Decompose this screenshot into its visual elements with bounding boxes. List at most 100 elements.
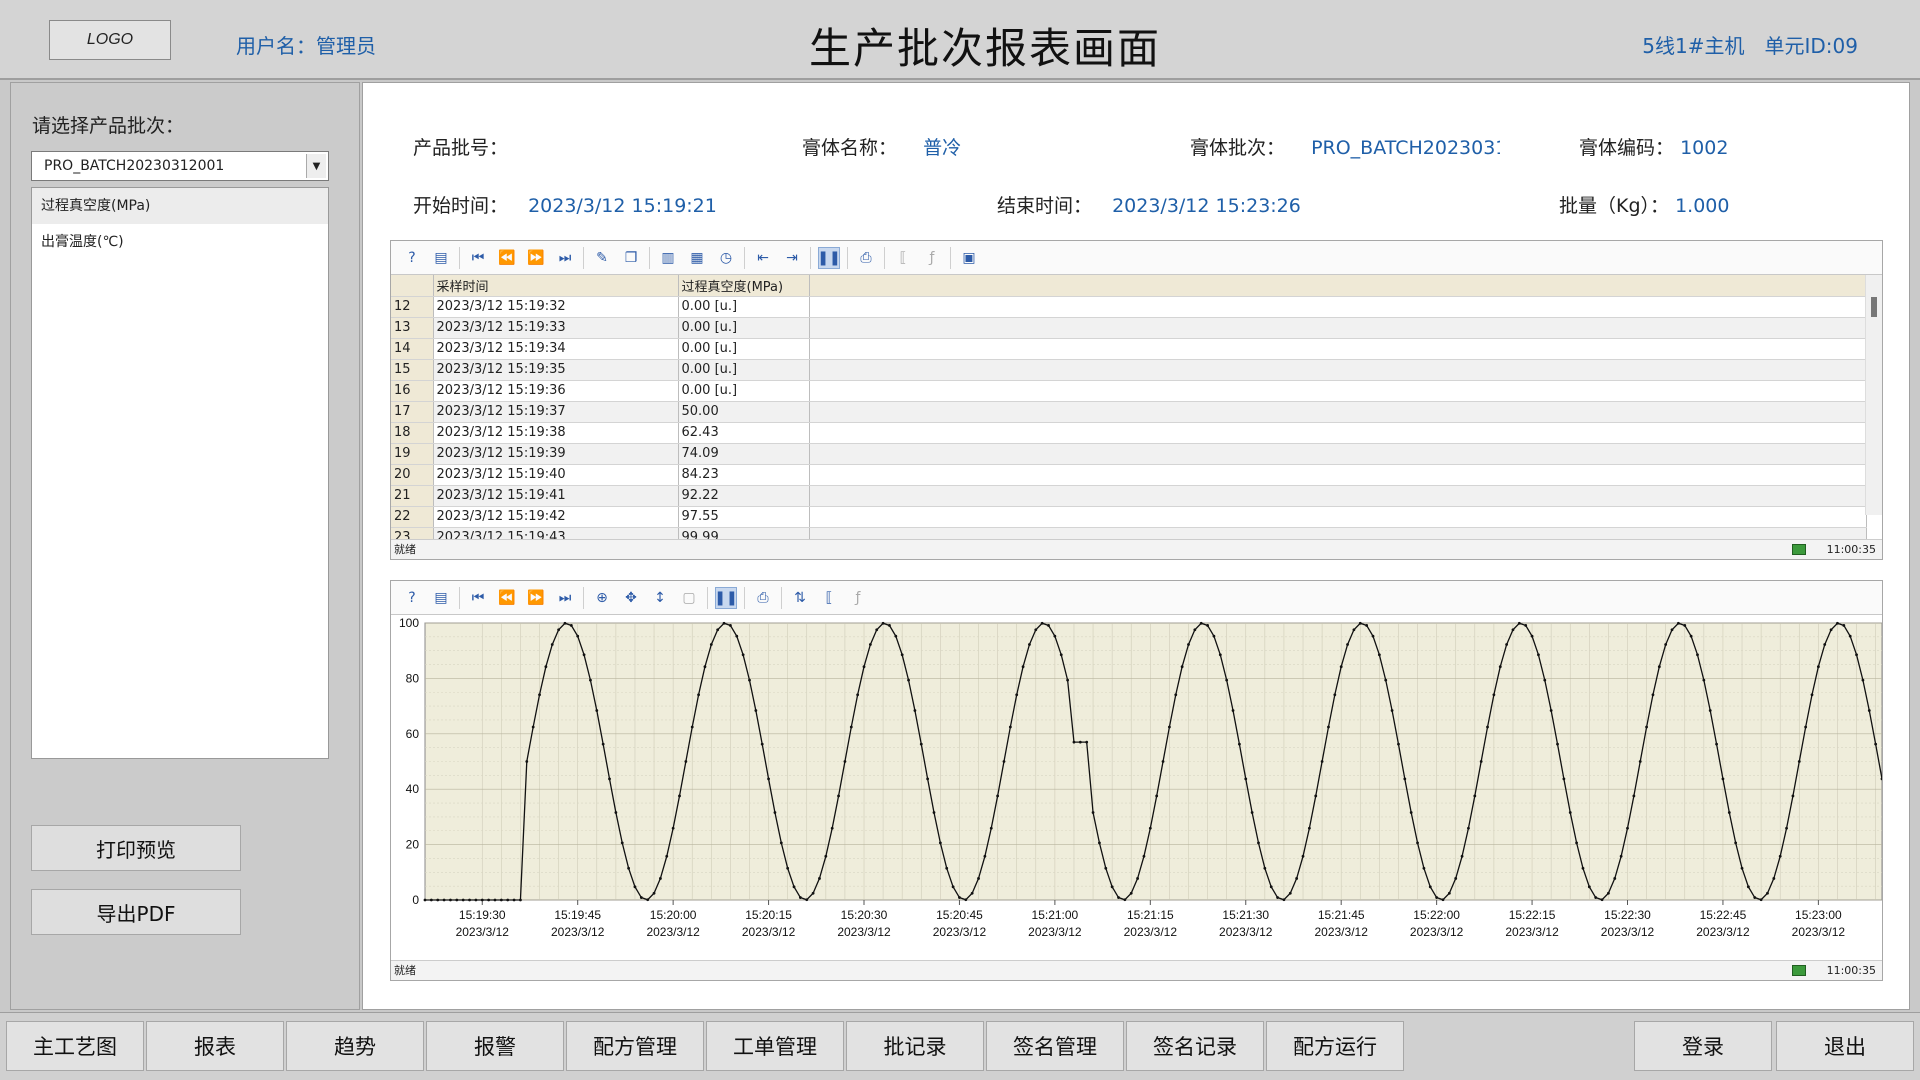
last-icon[interactable]: ⏭	[554, 587, 576, 609]
table-row[interactable]: 13 2023/3/12 15:19:33 0.00 [u.]	[391, 317, 1867, 339]
config-icon[interactable]: ▤	[430, 247, 452, 269]
data-point	[1008, 725, 1012, 729]
data-point	[678, 794, 681, 798]
forward-icon[interactable]: ⏩	[525, 587, 547, 609]
calendar-icon[interactable]: ▦	[686, 247, 708, 269]
help-icon[interactable]: ?	[401, 247, 423, 269]
table-row[interactable]: 15 2023/3/12 15:19:35 0.00 [u.]	[391, 359, 1867, 381]
nav-recipe-run[interactable]: 配方运行	[1266, 1021, 1404, 1071]
data-point	[487, 898, 491, 902]
export-pdf-button[interactable]: 导出PDF	[31, 889, 241, 935]
help-icon[interactable]: ?	[401, 587, 423, 609]
data-point	[1231, 709, 1235, 712]
data-point	[1390, 709, 1394, 712]
import-icon[interactable]: ⇤	[752, 247, 774, 269]
data-point	[1040, 621, 1044, 625]
table-header-row: 采样时间 过程真空度(MPa)	[391, 275, 1867, 297]
edit-icon[interactable]: ✎	[591, 247, 613, 269]
batch-select[interactable]: PRO_BATCH20230312001 ▼	[31, 151, 329, 181]
data-point	[646, 898, 650, 902]
config-icon[interactable]: ▤	[430, 587, 452, 609]
print-icon[interactable]: ⎙	[855, 247, 877, 269]
table-row[interactable]: 19 2023/3/12 15:19:39 74.09	[391, 443, 1867, 465]
exit-button[interactable]: 退出	[1776, 1021, 1914, 1071]
pause-icon[interactable]: ❚❚	[817, 246, 841, 269]
table-row[interactable]: 17 2023/3/12 15:19:37 50.00	[391, 401, 1867, 423]
data-point	[1778, 854, 1782, 858]
report-icon[interactable]: ▣	[958, 247, 980, 269]
table-row[interactable]: 18 2023/3/12 15:19:38 62.43	[391, 422, 1867, 444]
table-row[interactable]: 20 2023/3/12 15:19:40 84.23	[391, 464, 1867, 486]
login-button[interactable]: 登录	[1634, 1021, 1772, 1071]
data-point	[735, 634, 739, 638]
move-icon[interactable]: ✥	[620, 587, 642, 609]
data-point	[1657, 665, 1661, 669]
export-icon[interactable]: ⇥	[781, 247, 803, 269]
ruler-icon[interactable]: ⇅	[789, 587, 811, 609]
sample-time-cell: 2023/3/12 15:19:34	[433, 338, 679, 360]
pause-icon[interactable]: ❚❚	[714, 586, 738, 609]
print-icon[interactable]: ⎙	[752, 587, 774, 609]
copy-icon[interactable]: ❐	[620, 247, 642, 269]
chevron-down-icon[interactable]: ▼	[306, 154, 326, 178]
reset-icon[interactable]: ▢	[678, 587, 700, 609]
nav-signature-record[interactable]: 签名记录	[1126, 1021, 1264, 1071]
data-point	[977, 877, 980, 880]
list-item[interactable]: 出膏温度(℃)	[32, 224, 328, 260]
bottom-nav: 主工艺图 报表 趋势 报警 配方管理 工单管理 批记录 签名管理 签名记录 配方…	[0, 1012, 1920, 1080]
data-point	[468, 898, 471, 902]
bracket-icon[interactable]: ⟦	[892, 247, 914, 269]
data-point	[1568, 811, 1572, 814]
nav-report[interactable]: 报表	[146, 1021, 284, 1071]
scrollbar-thumb[interactable]	[1871, 297, 1877, 317]
table-row[interactable]: 14 2023/3/12 15:19:34 0.00 [u.]	[391, 338, 1867, 360]
toolbar-separator	[884, 246, 885, 269]
table-row[interactable]: 16 2023/3/12 15:19:36 0.00 [u.]	[391, 380, 1867, 402]
table-row[interactable]: 12 2023/3/12 15:19:32 0.00 [u.]	[391, 296, 1867, 318]
rewind-icon[interactable]: ⏪	[496, 247, 518, 269]
data-point	[499, 898, 503, 902]
vacuum-cell: 74.09	[678, 443, 810, 465]
nav-alarm[interactable]: 报警	[426, 1021, 564, 1071]
forward-icon[interactable]: ⏩	[525, 247, 547, 269]
row-index: 19	[391, 443, 434, 465]
function-icon[interactable]: ƒ	[847, 587, 869, 609]
data-point	[798, 896, 802, 899]
y-tick-label: 0	[412, 893, 419, 907]
rewind-icon[interactable]: ⏪	[496, 587, 518, 609]
table-row[interactable]: 23 2023/3/12 15:19:43 99.99	[391, 527, 1867, 539]
toolbar-separator	[744, 246, 745, 269]
columns-icon[interactable]: ▥	[657, 247, 679, 269]
x-tick-time: 15:22:30	[1604, 908, 1651, 922]
data-point	[1543, 678, 1547, 682]
x-tick-time: 15:20:00	[650, 908, 697, 922]
table-row[interactable]: 22 2023/3/12 15:19:42 97.55	[391, 506, 1867, 528]
nav-trend[interactable]: 趋势	[286, 1021, 424, 1071]
table-scrollbar[interactable]	[1865, 275, 1882, 515]
nav-batch-record[interactable]: 批记录	[846, 1021, 984, 1071]
nav-signature-management[interactable]: 签名管理	[986, 1021, 1124, 1071]
x-tick-date: 2023/3/12	[742, 925, 796, 939]
first-icon[interactable]: ⏮	[467, 587, 489, 609]
data-point	[1632, 794, 1636, 798]
nav-work-order[interactable]: 工单管理	[706, 1021, 844, 1071]
axis-icon[interactable]: ↕	[649, 587, 671, 609]
data-point	[830, 826, 834, 830]
trend-chart[interactable]: 0 20 40 60 80 100 15:19:30 2023/3/12 15:19:45 202…	[391, 615, 1882, 960]
zoom-icon[interactable]: ⊕	[591, 587, 613, 609]
function-icon[interactable]: ƒ	[921, 247, 943, 269]
list-item[interactable]: 过程真空度(MPa)	[32, 188, 328, 224]
data-point	[728, 624, 732, 627]
print-preview-button[interactable]: 打印预览	[31, 825, 241, 871]
first-icon[interactable]: ⏮	[467, 247, 489, 269]
data-point	[1607, 891, 1610, 895]
row-index: 23	[391, 527, 434, 539]
nav-main-process[interactable]: 主工艺图	[6, 1021, 144, 1071]
nav-recipe-management[interactable]: 配方管理	[566, 1021, 704, 1071]
bracket-icon[interactable]: ⟦	[818, 587, 840, 609]
clock-icon[interactable]: ◷	[715, 247, 737, 269]
data-point	[818, 877, 821, 880]
last-icon[interactable]: ⏭	[554, 247, 576, 269]
table-row[interactable]: 21 2023/3/12 15:19:41 92.22	[391, 485, 1867, 507]
data-point	[1829, 628, 1833, 632]
